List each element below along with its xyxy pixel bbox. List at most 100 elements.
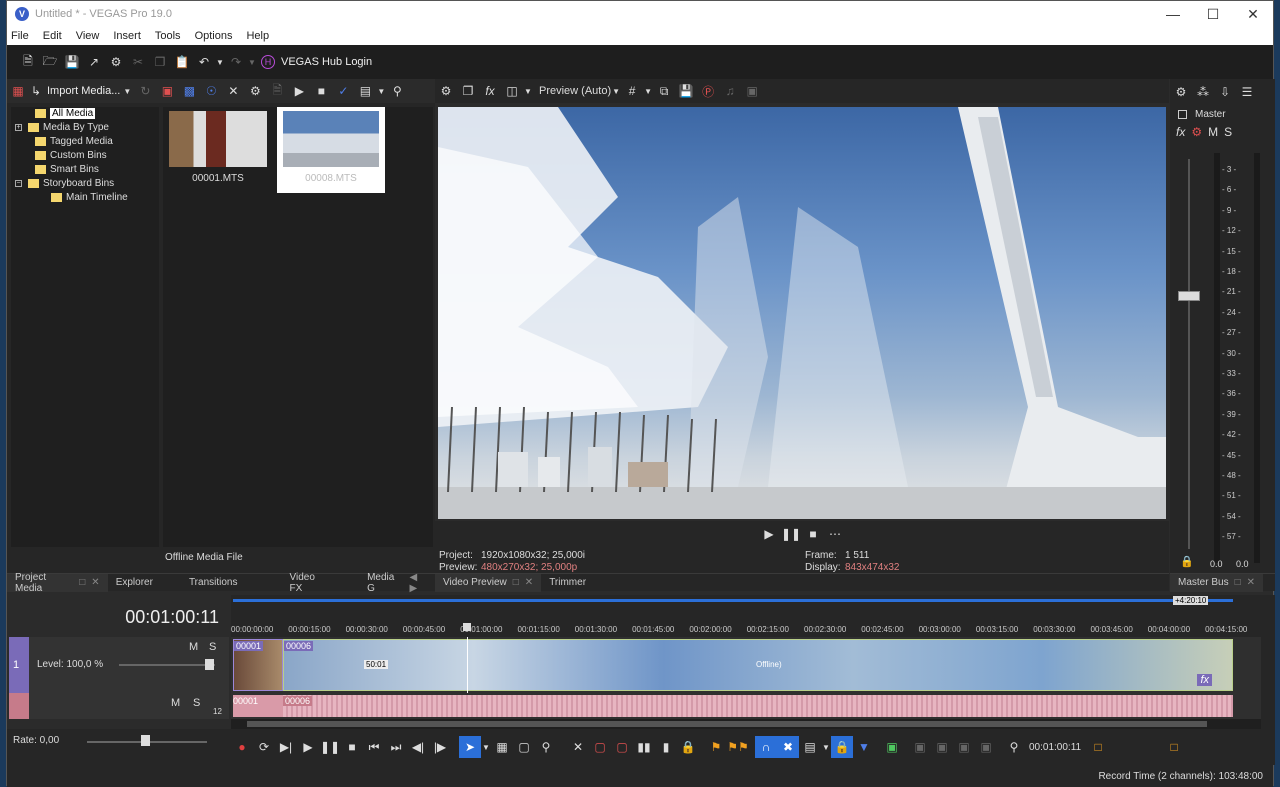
ignore-grouping-icon[interactable]: ▼: [853, 736, 875, 758]
master-fx-bypass-icon[interactable]: ⚙: [1191, 125, 1202, 139]
preview-quality-dropdown[interactable]: Preview (Auto): [539, 85, 611, 97]
menu-options[interactable]: Options: [195, 30, 233, 42]
lock-icon[interactable]: 🔒: [677, 736, 699, 758]
trim-start-icon[interactable]: ▢: [589, 736, 611, 758]
timeline-scrollbar[interactable]: [231, 719, 1261, 729]
selection-length-icon[interactable]: □: [1087, 736, 1109, 758]
close-tab-icon[interactable]: ✕: [91, 577, 99, 588]
properties-icon[interactable]: ☉: [200, 80, 222, 102]
video-clip-00006[interactable]: 00006 50:01 Offline) fx: [283, 639, 1233, 691]
media-file-thumbnail-selected[interactable]: 00008.MTS: [277, 107, 385, 193]
maximize-button[interactable]: ☐: [1193, 1, 1233, 27]
video-fx-icon[interactable]: fx: [479, 80, 501, 102]
tree-item-all-media[interactable]: All Media: [35, 107, 96, 120]
split-dropdown-icon[interactable]: ▼: [523, 80, 533, 102]
snapping-icon[interactable]: ∩: [755, 736, 777, 758]
group-icon[interactable]: ▣: [909, 736, 931, 758]
video-track-header[interactable]: 1 M S Level: 100,0 %: [9, 637, 229, 693]
vegas-effects-icon[interactable]: Ⓟ: [697, 80, 719, 102]
media-file-thumbnail[interactable]: 00001.MTS: [169, 111, 277, 197]
auto-preview-icon[interactable]: ✓: [332, 80, 354, 102]
pause-icon[interactable]: ❚❚: [319, 736, 341, 758]
selection-tool-icon[interactable]: ▢: [513, 736, 535, 758]
cut-icon[interactable]: ✂: [127, 51, 149, 73]
preview-pause-icon[interactable]: ❚❚: [780, 523, 802, 545]
nest-icon[interactable]: ▣: [953, 736, 975, 758]
master-mute-button[interactable]: M: [1208, 125, 1218, 139]
tree-item-custom-bins[interactable]: Custom Bins: [35, 149, 107, 162]
external-monitor-icon[interactable]: ❐: [457, 80, 479, 102]
import-dropdown-icon[interactable]: ▼: [120, 80, 134, 102]
play-media-icon[interactable]: ▶: [288, 80, 310, 102]
search-icon[interactable]: ⚲: [386, 80, 408, 102]
rate-slider-handle[interactable]: [141, 735, 150, 746]
delete-icon[interactable]: ✕: [567, 736, 589, 758]
menu-tools[interactable]: Tools: [155, 30, 181, 42]
tab-trimmer[interactable]: Trimmer: [541, 574, 594, 592]
save-snapshot-icon[interactable]: 💾: [675, 80, 697, 102]
dock-icon[interactable]: □: [79, 577, 85, 588]
trim-icon[interactable]: ▮: [655, 736, 677, 758]
redo-icon[interactable]: ↷: [225, 51, 247, 73]
audio-track-header[interactable]: M S 12: [9, 693, 229, 719]
loop-icon[interactable]: ⟳: [253, 736, 275, 758]
previous-frame-icon[interactable]: ◀|: [407, 736, 429, 758]
preview-play-icon[interactable]: ▶: [758, 523, 780, 545]
level-slider-handle[interactable]: [205, 659, 214, 670]
close-window-button[interactable]: ✕: [1233, 1, 1273, 27]
dock-icon[interactable]: □: [513, 577, 519, 588]
close-tab-icon[interactable]: ✕: [1247, 577, 1255, 588]
menu-insert[interactable]: Insert: [113, 30, 141, 42]
region-icon[interactable]: ⚑⚑: [727, 736, 749, 758]
dim-output-icon[interactable]: ⇩: [1214, 81, 1236, 103]
dock-icon[interactable]: □: [1235, 577, 1241, 588]
menu-view[interactable]: View: [76, 30, 100, 42]
time-marker-icon[interactable]: ⚲: [1003, 736, 1025, 758]
preview-more-icon[interactable]: ⋯: [824, 523, 846, 545]
get-media-icon[interactable]: ↻: [134, 80, 156, 102]
tree-item-smart-bins[interactable]: Smart Bins: [35, 163, 99, 176]
tab-video-preview[interactable]: Video Preview □ ✕: [435, 573, 542, 592]
envelope-tool-icon[interactable]: ▦: [491, 736, 513, 758]
tree-item-storyboard-bins[interactable]: − Storyboard Bins: [15, 177, 114, 190]
paste-icon[interactable]: 📋: [171, 51, 193, 73]
tool-dropdown-icon[interactable]: ▼: [481, 736, 491, 758]
stop-icon[interactable]: ■: [341, 736, 363, 758]
collapse-icon[interactable]: −: [15, 180, 22, 187]
color-grading-icon[interactable]: ▣: [881, 736, 903, 758]
close-tab-icon[interactable]: ✕: [525, 577, 533, 588]
quality-dropdown-icon[interactable]: ▼: [611, 80, 621, 102]
video-clip-00001[interactable]: 00001: [233, 639, 283, 691]
play-from-start-icon[interactable]: ▶|: [275, 736, 297, 758]
tree-item-main-timeline[interactable]: Main Timeline: [51, 191, 128, 204]
ripple-edit-icon[interactable]: ▤: [799, 736, 821, 758]
tree-item-media-by-type[interactable]: + Media By Type: [15, 121, 109, 134]
master-checkbox[interactable]: [1178, 110, 1187, 119]
undo-dropdown-icon[interactable]: ▼: [215, 51, 225, 73]
capture-icon[interactable]: ↳: [29, 80, 43, 102]
loop-region-bar[interactable]: [233, 599, 1233, 602]
preview-settings-icon[interactable]: ⚙: [435, 80, 457, 102]
overlays-dropdown-icon[interactable]: ▼: [643, 80, 653, 102]
downmix-icon[interactable]: ⁂: [1192, 81, 1214, 103]
open-folder-icon[interactable]: 🗁: [39, 51, 61, 73]
audio-track-solo[interactable]: S: [193, 697, 200, 709]
lock-envelopes-icon[interactable]: 🔒: [831, 736, 853, 758]
clip-fx-button[interactable]: fx: [1197, 674, 1212, 686]
remove-media-icon[interactable]: ▣: [156, 80, 178, 102]
next-frame-icon[interactable]: |▶: [429, 736, 451, 758]
tab-video-fx[interactable]: Video FX: [281, 572, 337, 594]
audio-clip-00001[interactable]: 00001: [233, 695, 283, 717]
tab-master-bus[interactable]: Master Bus □ ✕: [1170, 573, 1264, 592]
menu-help[interactable]: Help: [246, 30, 269, 42]
end-region-icon[interactable]: □: [1163, 736, 1185, 758]
trim-end-icon[interactable]: ▢: [611, 736, 633, 758]
scrollbar-thumb[interactable]: [247, 721, 1207, 727]
fader-lock-icon[interactable]: 🔒: [1180, 555, 1194, 568]
redo-dropdown-icon[interactable]: ▼: [247, 51, 257, 73]
video-track-mute[interactable]: M: [189, 641, 198, 653]
menu-edit[interactable]: Edit: [43, 30, 62, 42]
audio-track-lane[interactable]: 00001 00006: [231, 693, 1261, 719]
video-track-solo[interactable]: S: [209, 641, 216, 653]
copy-icon[interactable]: ❐: [149, 51, 171, 73]
